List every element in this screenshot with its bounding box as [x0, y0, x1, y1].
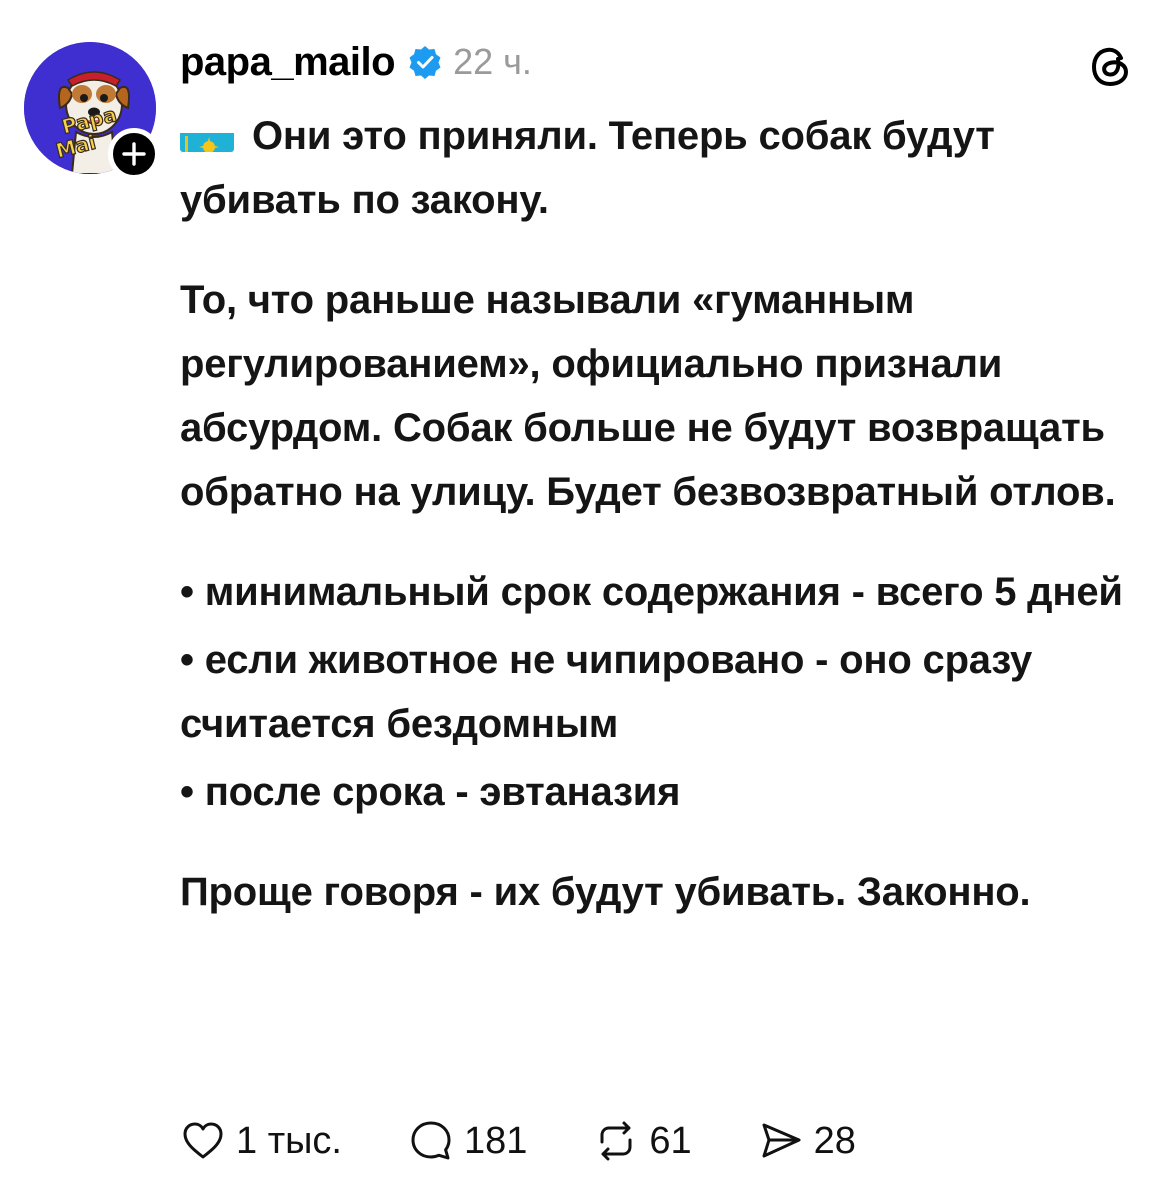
comment-icon — [411, 1121, 451, 1160]
repost-button[interactable]: 61 — [593, 1118, 692, 1164]
verified-badge-icon — [409, 46, 441, 79]
share-button[interactable]: 28 — [758, 1118, 856, 1164]
closing-paragraph: Проще говоря - их будут убивать. Законно… — [180, 870, 1031, 914]
share-count: 28 — [813, 1119, 856, 1162]
username-link[interactable]: papa_mailo — [180, 40, 396, 85]
post-body: Они это приняли. Теперь собак будут убив… — [180, 104, 1140, 924]
kazakhstan-flag-icon — [180, 120, 234, 152]
plus-icon — [122, 142, 146, 166]
bullet-item: • если животное не чипировано - оно сраз… — [180, 638, 1033, 746]
post-actions: 1 тыс. 181 61 28 — [180, 1110, 922, 1172]
repost-icon — [600, 1121, 632, 1161]
like-count: 1 тыс. — [236, 1119, 342, 1162]
post-first-paragraph: Они это приняли. Теперь собак будут убив… — [180, 104, 1140, 232]
post-timestamp: 22 ч. — [453, 41, 532, 82]
comment-button[interactable]: 181 — [408, 1118, 527, 1164]
paragraph-two: То, что раньше называли «гуманным регули… — [180, 278, 1116, 514]
like-button[interactable]: 1 тыс. — [180, 1118, 342, 1164]
repost-count: 61 — [649, 1119, 692, 1162]
post-header: papa_mailo 22 ч. — [180, 36, 532, 88]
comment-count: 181 — [463, 1119, 528, 1162]
bullet-item: • после срока - эвтаназия — [180, 770, 681, 814]
first-line-text: Они это приняли. Теперь собак будут убив… — [180, 114, 995, 222]
follow-button[interactable] — [108, 128, 160, 180]
send-icon — [762, 1123, 801, 1158]
threads-logo-icon[interactable] — [1086, 42, 1136, 92]
threads-post: Papa Mai papa_mailo 22 ч. Они это принял… — [0, 0, 1170, 1190]
bullet-item: • минимальный срок содержания - всего 5 … — [180, 570, 1123, 614]
heart-icon — [183, 1122, 223, 1159]
